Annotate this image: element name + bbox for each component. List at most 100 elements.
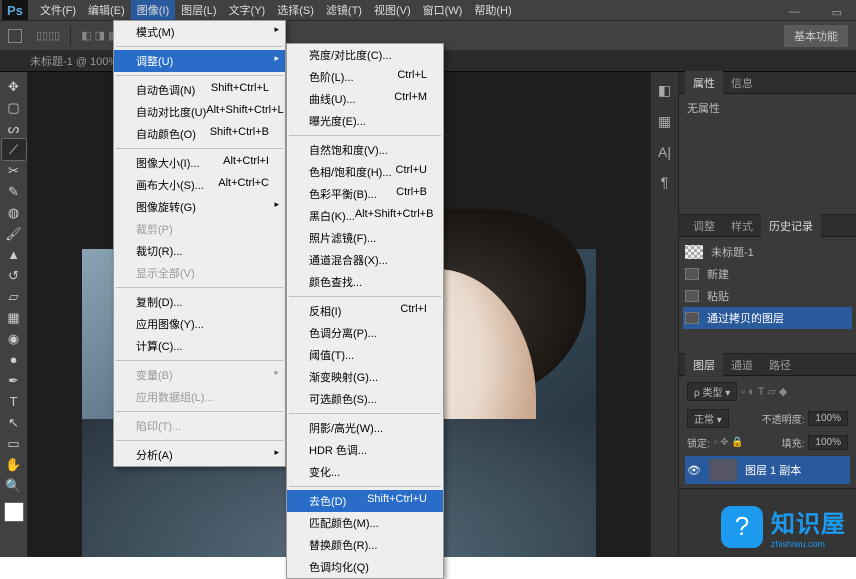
menu-entry[interactable]: 自动颜色(O)Shift+Ctrl+B: [114, 123, 285, 145]
menu-entry[interactable]: 色调均化(Q): [287, 556, 443, 578]
menu-entry[interactable]: 通道混合器(X)...: [287, 249, 443, 271]
menu-entry[interactable]: 色彩平衡(B)...Ctrl+B: [287, 183, 443, 205]
menu-entry[interactable]: 阈值(T)...: [287, 344, 443, 366]
menu-entry[interactable]: 渐变映射(G)...: [287, 366, 443, 388]
right-panels: 属性 信息 无属性 调整 样式 历史记录 未标题-1 新建: [678, 72, 856, 557]
menu-entry: 变量(B): [114, 364, 285, 386]
path-tool[interactable]: ↖: [2, 412, 26, 433]
menu-entry[interactable]: 曝光度(E)...: [287, 110, 443, 132]
menu-entry[interactable]: 裁切(R)...: [114, 240, 285, 262]
menu-item[interactable]: 图像(I): [131, 0, 175, 21]
collapsed-panel-icons: ◧ ▦ A| ¶: [650, 72, 678, 557]
menu-entry[interactable]: 替换颜色(R)...: [287, 534, 443, 556]
blur-tool[interactable]: ◉: [2, 328, 26, 349]
menu-entry[interactable]: 去色(D)Shift+Ctrl+U: [287, 490, 443, 512]
gradient-tool[interactable]: ▦: [2, 307, 26, 328]
tab-paths[interactable]: 路径: [761, 353, 799, 377]
properties-body: 无属性: [679, 94, 856, 134]
lasso-tool[interactable]: ᔕ: [2, 118, 26, 139]
tab-layers[interactable]: 图层: [685, 353, 723, 377]
menu-entry[interactable]: 自动对比度(U)Alt+Shift+Ctrl+L: [114, 101, 285, 123]
menu-entry[interactable]: 可选颜色(S)...: [287, 388, 443, 410]
menu-entry[interactable]: 黑白(K)...Alt+Shift+Ctrl+B: [287, 205, 443, 227]
menu-entry[interactable]: 色阶(L)...Ctrl+L: [287, 66, 443, 88]
menu-item[interactable]: 视图(V): [368, 0, 417, 21]
document-tab[interactable]: 未标题-1 @ 100%: [30, 53, 118, 69]
type-panel-icon[interactable]: A|: [658, 144, 671, 160]
tab-styles[interactable]: 样式: [723, 214, 761, 238]
menu-entry[interactable]: 复制(D)...: [114, 291, 285, 313]
menu-entry[interactable]: 应用图像(Y)...: [114, 313, 285, 335]
menu-entry: 裁剪(P): [114, 218, 285, 240]
menu-entry[interactable]: 曲线(U)...Ctrl+M: [287, 88, 443, 110]
tab-properties[interactable]: 属性: [685, 71, 723, 95]
menu-bar: Ps 文件(F)编辑(E)图像(I)图层(L)文字(Y)选择(S)滤镜(T)视图…: [0, 0, 856, 20]
menu-item[interactable]: 窗口(W): [417, 0, 469, 21]
menu-entry[interactable]: 自然饱和度(V)...: [287, 139, 443, 161]
color-swatch[interactable]: [4, 502, 24, 522]
blend-mode-select[interactable]: 正常 ▾: [687, 409, 729, 428]
shape-tool[interactable]: ▭: [2, 433, 26, 454]
move-tool[interactable]: ✥: [2, 76, 26, 97]
menu-item[interactable]: 文字(Y): [223, 0, 272, 21]
opacity-value[interactable]: 100%: [808, 411, 848, 426]
workspace-switcher[interactable]: 基本功能: [784, 25, 848, 47]
menu-entry[interactable]: HDR 色调...: [287, 439, 443, 461]
history-item[interactable]: 新建: [683, 263, 852, 285]
tab-info[interactable]: 信息: [723, 71, 761, 95]
menu-item[interactable]: 编辑(E): [82, 0, 131, 21]
hand-tool[interactable]: ✋: [2, 454, 26, 475]
brush-tool[interactable]: 🖌: [2, 223, 26, 244]
paragraph-icon[interactable]: ¶: [661, 174, 669, 190]
pen-tool[interactable]: ✒: [2, 370, 26, 391]
menu-entry[interactable]: 画布大小(S)...Alt+Ctrl+C: [114, 174, 285, 196]
swatches-icon[interactable]: ▦: [658, 113, 671, 130]
history-doc[interactable]: 未标题-1: [683, 241, 852, 263]
marquee-tool[interactable]: ▢: [2, 97, 26, 118]
menu-entry[interactable]: 阴影/高光(W)...: [287, 417, 443, 439]
menu-entry[interactable]: 调整(U): [114, 50, 285, 72]
menu-entry[interactable]: 照片滤镜(F)...: [287, 227, 443, 249]
tab-adjustments[interactable]: 调整: [685, 214, 723, 238]
fill-value[interactable]: 100%: [808, 435, 848, 450]
menu-entry[interactable]: 匹配颜色(M)...: [287, 512, 443, 534]
crop-tool[interactable]: ✂: [2, 160, 26, 181]
tab-history[interactable]: 历史记录: [761, 214, 821, 238]
history-item[interactable]: 通过拷贝的图层: [683, 307, 852, 329]
menu-entry[interactable]: 自动色调(N)Shift+Ctrl+L: [114, 79, 285, 101]
type-tool[interactable]: T: [2, 391, 26, 412]
eyedropper-tool[interactable]: ✎: [2, 181, 26, 202]
menu-entry[interactable]: 反相(I)Ctrl+I: [287, 300, 443, 322]
menu-item[interactable]: 图层(L): [175, 0, 222, 21]
menu-entry[interactable]: 分析(A): [114, 444, 285, 466]
history-item[interactable]: 粘贴: [683, 285, 852, 307]
menu-entry: 显示全部(V): [114, 262, 285, 284]
menu-item[interactable]: 帮助(H): [468, 0, 517, 21]
menu-entry[interactable]: 模式(M): [114, 21, 285, 43]
heal-tool[interactable]: ◍: [2, 202, 26, 223]
ps-logo: Ps: [2, 0, 28, 20]
menu-entry[interactable]: 颜色查找...: [287, 271, 443, 293]
eraser-tool[interactable]: ▱: [2, 286, 26, 307]
menu-entry[interactable]: 计算(C)...: [114, 335, 285, 357]
image-menu-dropdown: 模式(M) 调整(U) 自动色调(N)Shift+Ctrl+L自动对比度(U)Alt…: [113, 20, 286, 467]
menu-entry[interactable]: 变化...: [287, 461, 443, 483]
menu-item[interactable]: 选择(S): [271, 0, 320, 21]
menu-entry[interactable]: 色调分离(P)...: [287, 322, 443, 344]
stamp-tool[interactable]: ▲: [2, 244, 26, 265]
history-brush-tool[interactable]: ↺: [2, 265, 26, 286]
menu-item[interactable]: 滤镜(T): [320, 0, 368, 21]
tab-channels[interactable]: 通道: [723, 353, 761, 377]
menu-entry[interactable]: 色相/饱和度(H)...Ctrl+U: [287, 161, 443, 183]
menu-item[interactable]: 文件(F): [34, 0, 82, 21]
zoom-tool[interactable]: 🔍: [2, 475, 26, 496]
tool-preset-icon[interactable]: [8, 29, 22, 43]
menu-entry[interactable]: 图像大小(I)...Alt+Ctrl+I: [114, 152, 285, 174]
menu-entry[interactable]: 亮度/对比度(C)...: [287, 44, 443, 66]
dodge-tool[interactable]: ●: [2, 349, 26, 370]
layer-filter-kind[interactable]: ρ 类型 ▾: [687, 382, 737, 401]
wand-tool[interactable]: ⟋: [2, 139, 26, 160]
color-icon[interactable]: ◧: [658, 82, 671, 99]
menu-entry[interactable]: 图像旋转(G): [114, 196, 285, 218]
layer-row[interactable]: 👁 图层 1 副本: [685, 456, 850, 484]
